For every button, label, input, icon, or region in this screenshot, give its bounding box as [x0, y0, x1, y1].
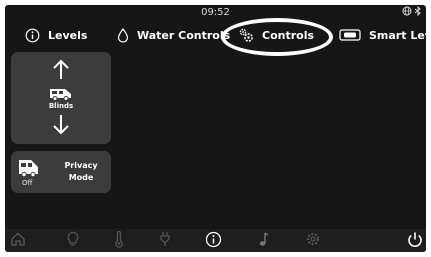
tab-bar: Levels Water Controls Controls Smart Le: [5, 21, 426, 49]
level-bubble-icon: [339, 29, 361, 41]
tab-smart-level[interactable]: Smart Level: [339, 25, 426, 45]
nav-media[interactable]: [253, 232, 273, 250]
home-icon: [10, 231, 26, 251]
tab-water-controls[interactable]: Water Controls: [117, 25, 230, 45]
nav-lighting[interactable]: [63, 231, 83, 251]
power-icon: [407, 231, 423, 252]
power-plug-icon: [159, 231, 171, 251]
thermometer-icon: [113, 230, 125, 252]
settings-gear-icon: [305, 231, 321, 251]
clock: 09:52: [201, 7, 230, 18]
bottom-nav-bar: [5, 229, 426, 252]
tab-levels-label: Levels: [48, 28, 88, 42]
nav-power[interactable]: [155, 232, 175, 250]
nav-settings[interactable]: [303, 232, 323, 250]
nav-power-off[interactable]: [405, 232, 425, 250]
water-drop-icon: [117, 27, 129, 43]
lightbulb-icon: [66, 231, 80, 251]
privacy-mode-label: Privacy Mode: [64, 161, 98, 182]
tab-levels[interactable]: Levels: [25, 25, 87, 45]
arrow-down-icon[interactable]: [51, 114, 71, 140]
blinds-label: Blinds: [48, 102, 74, 110]
touchscreen: 09:52 Levels Water Controls Controls Sma…: [5, 5, 426, 252]
tab-water-controls-label: Water Controls: [137, 28, 231, 42]
highlight-ring: [221, 18, 333, 56]
globe-icon: [402, 6, 412, 21]
privacy-mode-toggle[interactable]: Off Privacy Mode: [11, 151, 111, 193]
info-circle-icon: [25, 28, 40, 43]
music-note-icon: [257, 231, 269, 251]
status-bar: 09:52: [5, 5, 426, 19]
arrow-up-icon[interactable]: [51, 58, 71, 84]
blinds-control-card: Blinds: [11, 52, 111, 144]
tab-smart-level-label: Smart Level: [369, 28, 426, 42]
camper-van-icon: [18, 159, 40, 181]
nav-climate[interactable]: [109, 230, 129, 252]
nav-home[interactable]: [8, 232, 28, 250]
nav-info[interactable]: [203, 231, 223, 252]
info-icon: [205, 231, 222, 252]
bluetooth-icon: [414, 5, 422, 21]
privacy-state: Off: [22, 179, 33, 187]
